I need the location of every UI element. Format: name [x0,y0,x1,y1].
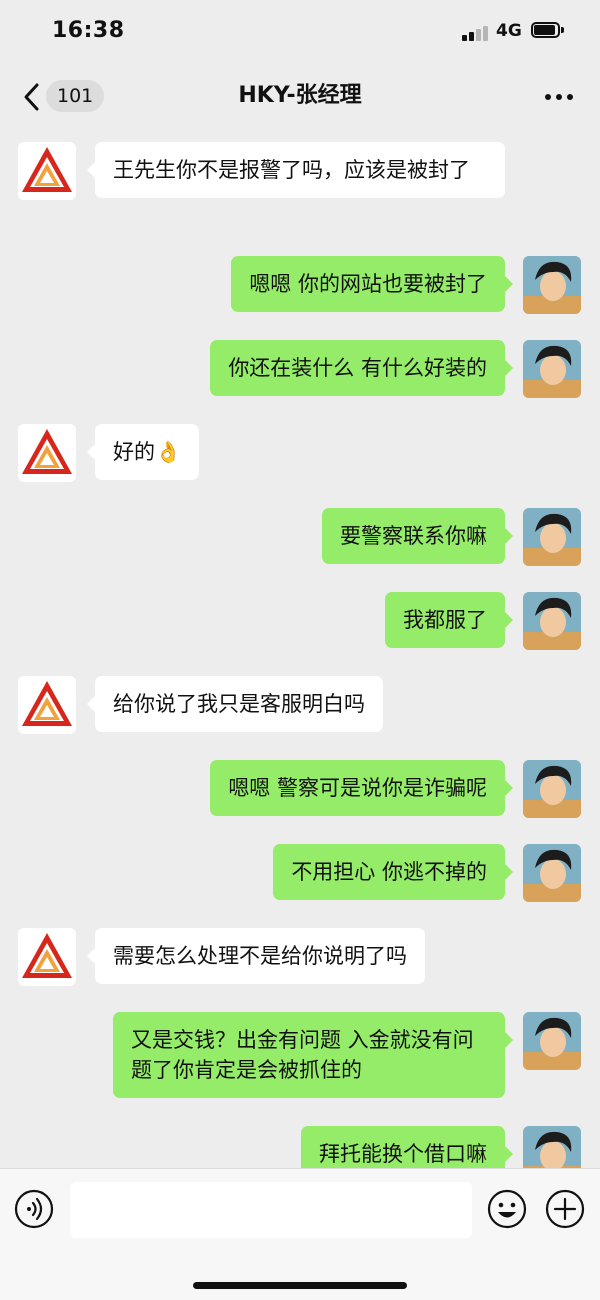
message-bubble[interactable]: 需要怎么处理不是给你说明了吗 [87,928,425,984]
message-input[interactable] [70,1182,472,1238]
message-bubble[interactable]: 又是交钱？出金有问题 入金就没有问题了你肯定是会被抓住的 [113,1012,513,1098]
message-bubble[interactable]: 要警察联系你嘛 [322,508,513,564]
home-indicator[interactable] [193,1282,407,1289]
chat-header: 101 HKY-张经理 [0,66,600,128]
chat-input-bar [0,1168,600,1300]
status-time: 16:38 [52,18,125,43]
battery-icon [531,22,565,40]
message-list[interactable]: 王先生你不是报警了吗，应该是被封了 嗯嗯 你的网站也要被封了 你还在装什么 有什… [0,128,600,1168]
user-avatar[interactable] [523,1012,581,1070]
network-type: 4G [496,21,522,41]
user-avatar[interactable] [523,760,581,818]
user-avatar[interactable] [523,256,581,314]
message-bubble[interactable]: 嗯嗯 你的网站也要被封了 [231,256,513,312]
more-options-icon[interactable] [543,94,575,102]
contact-avatar[interactable] [18,424,76,482]
user-avatar[interactable] [523,592,581,650]
message-bubble[interactable]: 王先生你不是报警了吗，应该是被封了 [87,142,505,198]
plus-icon[interactable] [545,1189,585,1229]
emoji-icon[interactable] [487,1189,527,1229]
message-bubble[interactable]: 你还在装什么 有什么好装的 [210,340,513,396]
chat-title: HKY-张经理 [238,83,362,108]
status-bar: 16:38 4G [0,0,600,66]
message-bubble[interactable]: 拜托能换个借口嘛 [301,1126,513,1168]
company-logo-icon [22,429,72,474]
user-avatar[interactable] [523,1126,581,1168]
contact-avatar[interactable] [18,928,76,986]
signal-icon [462,25,490,41]
company-logo-icon [22,933,72,978]
user-avatar[interactable] [523,844,581,902]
back-chevron-icon[interactable] [20,82,44,112]
user-avatar[interactable] [523,508,581,566]
contact-avatar[interactable] [18,676,76,734]
voice-input-icon[interactable] [14,1189,54,1229]
company-logo-icon [22,147,72,192]
message-bubble[interactable]: 嗯嗯 警察可是说你是诈骗呢 [210,760,513,816]
message-bubble[interactable]: 我都服了 [385,592,513,648]
user-avatar[interactable] [523,340,581,398]
company-logo-icon [22,681,72,726]
message-bubble[interactable]: 好的👌 [86,424,200,480]
unread-count-badge[interactable]: 101 [46,80,105,112]
message-bubble[interactable]: 不用担心 你逃不掉的 [273,844,513,900]
contact-avatar[interactable] [18,142,76,200]
message-bubble[interactable]: 给你说了我只是客服明白吗 [87,676,383,732]
